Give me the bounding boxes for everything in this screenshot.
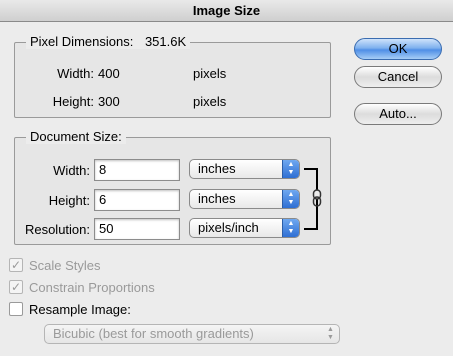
pixel-width-unit: pixels (193, 66, 227, 81)
popup-arrows-icon: ▲ ▼ (282, 190, 299, 208)
doc-width-label: Width: (53, 163, 90, 178)
pixel-height-value: 300 (98, 94, 120, 109)
resolution-unit-value: pixels/inch (198, 220, 259, 235)
scale-styles-checkbox[interactable]: ✓ (9, 258, 23, 272)
pixel-height-label: Height: (52, 94, 94, 109)
resolution-unit-select[interactable]: pixels/inch ▲ ▼ (189, 218, 300, 238)
cancel-button[interactable]: Cancel (354, 66, 442, 88)
chain-link-icon (312, 189, 322, 207)
pixel-width-label: Width: (57, 66, 94, 81)
constrain-proportions-label: Constrain Proportions (29, 280, 155, 295)
constrain-proportions-checkbox[interactable]: ✓ (9, 280, 23, 294)
resolution-label: Resolution: (24, 222, 90, 237)
document-size-title: Document Size: (26, 129, 126, 144)
auto-button[interactable]: Auto... (354, 103, 442, 125)
scale-styles-label: Scale Styles (29, 258, 101, 273)
pixel-dimensions-label: Pixel Dimensions: (30, 34, 134, 49)
resample-method-select[interactable]: Bicubic (best for smooth gradients) ▲ ▼ (44, 324, 340, 344)
resample-image-label: Resample Image: (29, 302, 131, 317)
resolution-field[interactable]: 50 (94, 218, 180, 240)
doc-height-unit-select[interactable]: inches ▲ ▼ (189, 189, 300, 209)
doc-height-field[interactable]: 6 (94, 189, 180, 211)
pixel-dimensions-title: Pixel Dimensions: 351.6K (26, 34, 191, 49)
doc-width-unit-select[interactable]: inches ▲ ▼ (189, 159, 300, 179)
doc-height-unit-value: inches (198, 191, 236, 206)
resample-image-checkbox[interactable] (9, 302, 23, 316)
popup-arrows-icon: ▲ ▼ (327, 326, 334, 341)
pixel-dimensions-size: 351.6K (144, 34, 187, 49)
doc-width-field[interactable]: 8 (94, 159, 180, 181)
checkmark-icon: ✓ (10, 280, 22, 294)
popup-arrows-icon: ▲ ▼ (282, 160, 299, 178)
doc-width-unit-value: inches (198, 161, 236, 176)
checkmark-icon: ✓ (10, 258, 22, 272)
doc-height-label: Height: (48, 193, 90, 208)
window-title: Image Size (0, 0, 453, 22)
pixel-height-unit: pixels (193, 94, 227, 109)
pixel-width-value: 400 (98, 66, 120, 81)
popup-arrows-icon: ▲ ▼ (282, 219, 299, 237)
resample-method-value: Bicubic (best for smooth gradients) (53, 326, 254, 341)
ok-button[interactable]: OK (354, 38, 442, 60)
